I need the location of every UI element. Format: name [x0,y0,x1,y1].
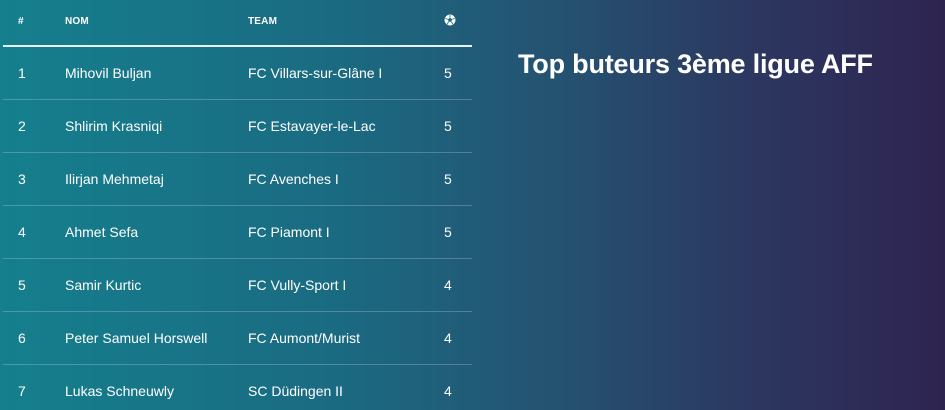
goals-cell: 5 [444,224,452,240]
table-row: 1 Mihovil Buljan FC Villars-sur-Glâne I 5 [3,47,472,100]
rank-cell: 4 [18,224,26,240]
goals-cell: 4 [444,330,452,346]
team-name-cell: FC Estavayer-le-Lac [248,118,376,134]
table-row: 2 Shlirim Krasniqi FC Estavayer-le-Lac 5 [3,100,472,153]
player-name-cell: Ilirjan Mehmetaj [65,171,164,187]
table-row: 7 Lukas Schneuwly SC Düdingen II 4 [3,365,472,410]
table-body: 1 Mihovil Buljan FC Villars-sur-Glâne I 5 2 S… [3,47,472,410]
goals-cell: 4 [444,383,452,399]
player-name-cell: Ahmet Sefa [65,224,139,240]
rank-cell: 1 [18,65,26,81]
soccer-ball-icon [444,14,456,26]
top-scorers-table: # NOM TEAM 1 Mihovil Buljan FC Villars-sur… [3,0,472,410]
header-team: TEAM [248,16,278,27]
table-row: 5 Samir Kurtic FC Vully-Sport I 4 [3,259,472,312]
player-name-cell: Peter Samuel Horswell [65,330,208,346]
team-name-cell: FC Vully-Sport I [248,277,347,293]
rank-cell: 2 [18,118,26,134]
header-rank: # [18,16,24,27]
table-row: 6 Peter Samuel Horswell FC Aumont/Murist 4 [3,312,472,365]
goals-cell: 5 [444,65,452,81]
team-name-cell: FC Aumont/Murist [248,330,361,346]
rank-cell: 5 [18,277,26,293]
table-header: # NOM TEAM [3,0,472,47]
player-name-cell: Samir Kurtic [65,277,142,293]
goals-cell: 4 [444,277,452,293]
table-row: 3 Ilirjan Mehmetaj FC Avenches I 5 [3,153,472,206]
team-name-cell: FC Piamont I [248,224,330,240]
player-name-cell: Mihovil Buljan [65,65,152,81]
team-name-cell: FC Avenches I [248,171,339,187]
page-title: Top buteurs 3ème ligue AFF [518,49,873,79]
player-name-cell: Shlirim Krasniqi [65,118,163,134]
rank-cell: 6 [18,330,26,346]
team-name-cell: FC Villars-sur-Glâne I [248,65,383,81]
player-name-cell: Lukas Schneuwly [65,383,174,399]
team-name-cell: SC Düdingen II [248,383,343,399]
goals-cell: 5 [444,171,452,187]
rank-cell: 3 [18,171,26,187]
header-name: NOM [65,16,89,27]
goals-cell: 5 [444,118,452,134]
rank-cell: 7 [18,383,26,399]
table-row: 4 Ahmet Sefa FC Piamont I 5 [3,206,472,259]
